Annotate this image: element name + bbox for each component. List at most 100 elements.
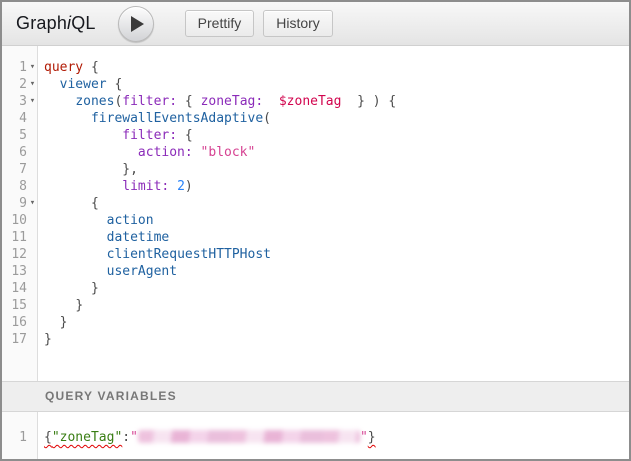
token-keyword: query (44, 60, 83, 75)
token-attribute: filter: (122, 128, 177, 143)
code-line[interactable]: } (44, 314, 625, 331)
code-line[interactable]: limit: 2) (44, 178, 625, 195)
token-ws (44, 145, 138, 160)
code-line[interactable]: { (44, 195, 625, 212)
fold-gutter-spacer (27, 429, 38, 446)
token-string: " (360, 430, 368, 445)
logo-text-ql: QL (71, 13, 95, 33)
line-number: 4 (2, 110, 27, 127)
token-punct: } (44, 332, 52, 347)
token-ws (44, 315, 60, 330)
prettify-button[interactable]: Prettify (185, 10, 255, 37)
token-ws (44, 111, 91, 126)
token-ws (44, 196, 91, 211)
token-ws (193, 145, 201, 160)
fold-gutter-spacer (27, 212, 38, 229)
code-line[interactable]: firewallEventsAdaptive( (44, 110, 625, 127)
redacted-value (138, 430, 360, 443)
token-property: firewallEventsAdaptive (91, 111, 263, 126)
fold-gutter-spacer (27, 161, 38, 178)
token-ws (44, 128, 122, 143)
query-gutter: 1▾2▾3▾456789▾1011121314151617 (2, 46, 38, 381)
code-line[interactable]: clientRequestHTTPHost (44, 246, 625, 263)
line-number: 17 (2, 331, 27, 348)
token-punct: ( (263, 111, 271, 126)
token-ws (341, 94, 357, 109)
line-number: 16 (2, 314, 27, 331)
code-line[interactable]: userAgent (44, 263, 625, 280)
fold-gutter-spacer (27, 127, 38, 144)
query-code[interactable]: query { viewer { zones(filter: { zoneTag… (38, 46, 629, 381)
fold-gutter-spacer (27, 229, 38, 246)
history-button[interactable]: History (263, 10, 333, 37)
code-line[interactable]: action (44, 212, 625, 229)
code-line[interactable]: } (44, 331, 625, 348)
line-number: 14 (2, 280, 27, 297)
line-number: 5 (2, 127, 27, 144)
variables-title[interactable]: QUERY VARIABLES (2, 381, 629, 412)
token-attribute: limit: (122, 179, 169, 194)
token-property: clientRequestHTTPHost (107, 247, 271, 262)
fold-gutter-spacer (27, 246, 38, 263)
token-ws (44, 230, 107, 245)
code-line[interactable]: {"zoneTag":""} (44, 429, 625, 446)
token-number: 2 (177, 179, 185, 194)
variables-editor[interactable]: 1 {"zoneTag":""} (2, 412, 629, 459)
token-punct: ) (185, 179, 193, 194)
line-number: 6 (2, 144, 27, 161)
variables-code[interactable]: {"zoneTag":""} (38, 412, 629, 459)
token-ws (44, 179, 122, 194)
line-number: 13 (2, 263, 27, 280)
code-line[interactable]: } (44, 297, 625, 314)
line-number: 10 (2, 212, 27, 229)
line-number: 15 (2, 297, 27, 314)
fold-arrow-icon[interactable]: ▾ (27, 76, 38, 93)
token-variable: $zoneTag (279, 94, 342, 109)
fold-arrow-icon[interactable]: ▾ (27, 59, 38, 76)
token-ws (263, 94, 279, 109)
execute-button[interactable] (118, 6, 154, 42)
code-line[interactable]: action: "block" (44, 144, 625, 161)
token-punct: } (91, 281, 99, 296)
code-line[interactable]: datetime (44, 229, 625, 246)
token-string: " (130, 430, 138, 445)
token-ws (44, 94, 75, 109)
token-property: action (107, 213, 154, 228)
query-editor[interactable]: 1▾2▾3▾456789▾1011121314151617 query { vi… (2, 46, 629, 381)
token-ws (44, 264, 107, 279)
code-line[interactable]: }, (44, 161, 625, 178)
line-number: 11 (2, 229, 27, 246)
token-ws (169, 179, 177, 194)
token-ws (44, 77, 60, 92)
fold-gutter-spacer (27, 144, 38, 161)
token-ws (44, 281, 91, 296)
token-property: userAgent (107, 264, 177, 279)
code-line[interactable]: query { (44, 59, 625, 76)
code-line[interactable]: zones(filter: { zoneTag: $zoneTag } ) { (44, 93, 625, 110)
fold-gutter-spacer (27, 297, 38, 314)
token-ws (44, 162, 122, 177)
fold-gutter-spacer (27, 110, 38, 127)
line-number: 8 (2, 178, 27, 195)
fold-gutter-spacer (27, 331, 38, 348)
fold-gutter-spacer (27, 178, 38, 195)
line-number: 3 (2, 93, 27, 110)
token-attribute: zoneTag: (201, 94, 264, 109)
toolbar: GraphiQL Prettify History (2, 2, 629, 46)
token-property: zones (75, 94, 114, 109)
logo-text-graph: Graph (16, 13, 67, 33)
fold-arrow-icon[interactable]: ▾ (27, 195, 38, 212)
graphiql-window: GraphiQL Prettify History 1▾2▾3▾456789▾1… (0, 0, 631, 461)
fold-gutter-spacer (27, 263, 38, 280)
code-line[interactable]: viewer { (44, 76, 625, 93)
fold-arrow-icon[interactable]: ▾ (27, 93, 38, 110)
code-line[interactable]: filter: { (44, 127, 625, 144)
code-line[interactable]: } (44, 280, 625, 297)
token-punct: } ) { (357, 94, 396, 109)
token-ws (44, 298, 75, 313)
fold-gutter-spacer (27, 280, 38, 297)
token-string: "block" (201, 145, 256, 160)
token-punct: { (83, 60, 99, 75)
variables-gutter: 1 (2, 412, 38, 459)
graphiql-logo: GraphiQL (16, 13, 96, 34)
